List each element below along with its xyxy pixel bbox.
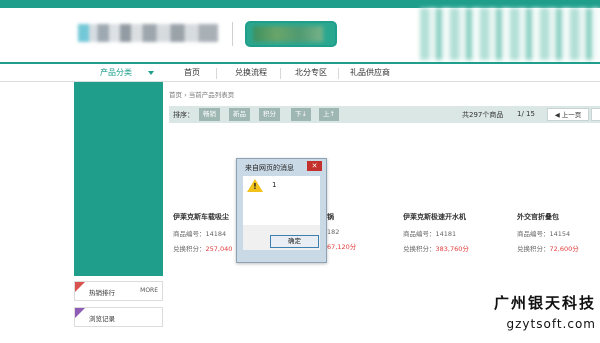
nav-gift-suppliers[interactable]: 礼品供应商: [344, 64, 396, 82]
category-panel: [74, 82, 163, 276]
alert-dialog: 来自网页的消息 ✕ ! 1 确定: [236, 158, 327, 263]
browse-history-label: 浏览记录: [89, 315, 115, 323]
sort-toolbar: 排序： 畅销 新品 积分 下↓ 上↑ 共297个商品 1/ 15 ◀ 上一页: [169, 106, 600, 123]
close-icon[interactable]: ✕: [307, 161, 322, 171]
main-nav: 产品分类 首页 兑换流程 北分专区 礼品供应商: [0, 62, 600, 82]
sort-asc-button[interactable]: 上↑: [319, 108, 339, 121]
product-name[interactable]: 锅: [327, 212, 387, 222]
nav-exchange-process[interactable]: 兑换流程: [230, 64, 272, 82]
product-code: 182: [327, 228, 340, 236]
watermark-url: gzytsoft.com: [506, 317, 596, 331]
points-value: 67,120分: [327, 243, 357, 251]
product-card[interactable]: 外交官折叠包 商品编号：14154 兑换积分：72,600分: [517, 212, 597, 253]
points-value: 383,760分: [435, 245, 469, 253]
nav-divider: [280, 68, 281, 79]
warning-exclamation: !: [253, 182, 257, 191]
history-ribbon-icon: [75, 308, 85, 318]
browse-history-panel[interactable]: 浏览记录: [74, 307, 163, 327]
product-card[interactable]: 伊莱克斯极速开水机 商品编号：14181 兑换积分：383,760分: [403, 212, 508, 253]
nav-north-zone[interactable]: 北分专区: [291, 64, 331, 82]
nav-home[interactable]: 首页: [182, 64, 202, 82]
page-indicator: 1/ 15: [517, 110, 535, 118]
points-value: 257,040: [205, 245, 233, 253]
watermark-company: 广州银天科技: [493, 294, 596, 312]
nav-category-label: 产品分类: [100, 68, 132, 77]
next-page-button[interactable]: [591, 108, 600, 121]
site-logo[interactable]: [78, 24, 218, 42]
sort-desc-button[interactable]: 下↓: [291, 108, 311, 121]
product-name[interactable]: 外交官折叠包: [517, 212, 597, 222]
more-link[interactable]: MORE: [140, 287, 158, 294]
hot-ribbon-icon: [75, 282, 85, 292]
product-points: 67,120分: [327, 241, 387, 251]
total-count: 共297个商品: [462, 111, 504, 119]
product-name[interactable]: 伊莱克斯极速开水机: [403, 212, 508, 222]
sort-bestseller-button[interactable]: 畅销: [199, 108, 220, 121]
top-strip: [0, 0, 600, 8]
product-code: 商品编号：14154: [517, 230, 571, 238]
breadcrumb[interactable]: 首页 › 当前产品列表页: [169, 89, 234, 99]
points-value: 72,600分: [549, 245, 579, 253]
points-label: 兑换积分：: [173, 245, 206, 253]
sort-label: 排序：: [173, 111, 194, 119]
nav-divider: [338, 68, 339, 79]
ok-button[interactable]: 确定: [270, 235, 319, 248]
header-banner: [420, 8, 600, 60]
logo-divider: [232, 22, 233, 46]
hot-ranking-panel[interactable]: 热销排行 MORE: [74, 281, 163, 301]
product-points: 兑换积分：72,600分: [517, 243, 597, 253]
product-card[interactable]: 锅 182 67,120分: [327, 212, 387, 251]
product-points: 兑换积分：383,760分: [403, 243, 508, 253]
dialog-title: 来自网页的消息: [245, 164, 294, 172]
product-code: 商品编号：14181: [403, 230, 457, 238]
chevron-down-icon: [148, 71, 154, 75]
nav-category-dropdown[interactable]: 产品分类: [74, 64, 164, 82]
points-label: 兑换积分：: [403, 245, 436, 253]
dialog-message: 1: [272, 181, 277, 189]
watermark: 广州银天科技 gzytsoft.com: [486, 292, 596, 331]
points-label: 兑换积分：: [517, 245, 550, 253]
nav-divider: [216, 68, 217, 79]
sort-points-button[interactable]: 积分: [259, 108, 280, 121]
hot-ranking-label: 热销排行: [89, 289, 115, 297]
brand-badge: [245, 21, 337, 47]
prev-page-button[interactable]: ◀ 上一页: [547, 108, 589, 121]
sort-new-button[interactable]: 新品: [229, 108, 250, 121]
